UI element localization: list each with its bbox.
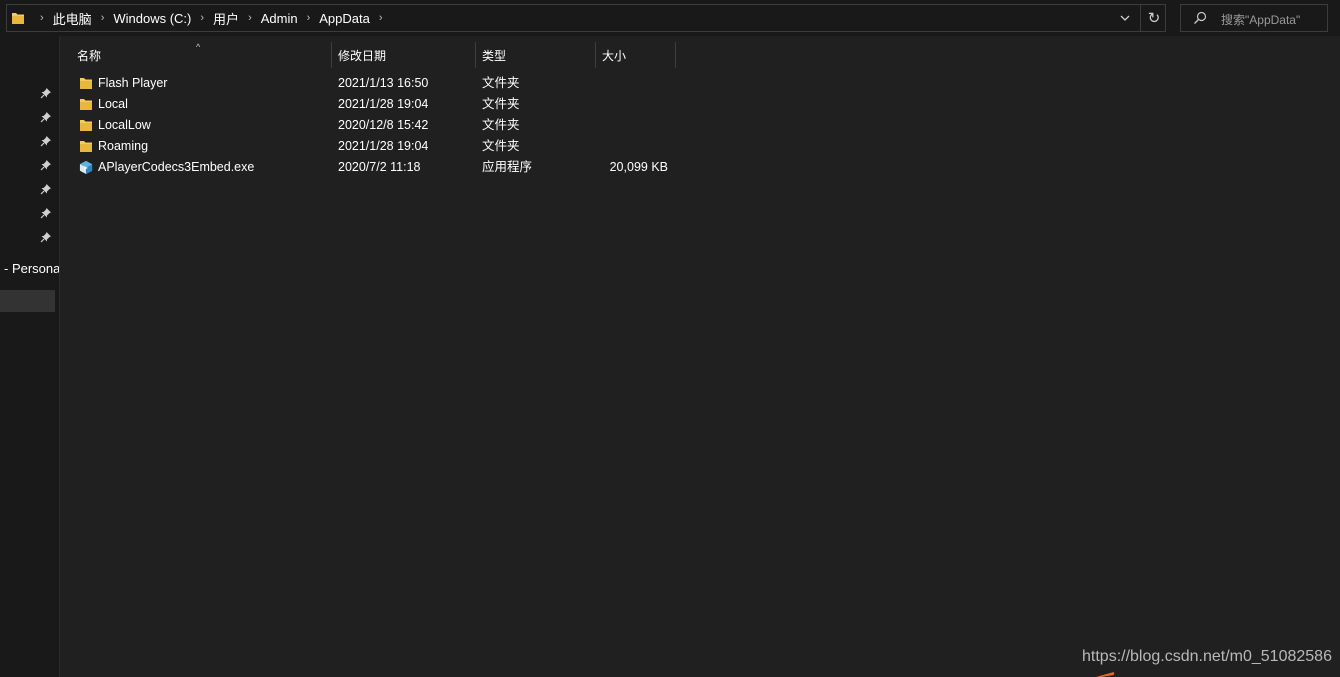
file-type: 应用程序 [482, 160, 533, 174]
column-header-label: 类型 [482, 48, 507, 63]
file-size [596, 94, 668, 115]
file-type: 文件夹 [482, 139, 520, 153]
application-icon [79, 160, 93, 175]
navigation-pane[interactable]: - Persona [0, 36, 60, 677]
chevron-down-icon [1120, 15, 1130, 21]
address-history-dropdown[interactable] [1115, 8, 1135, 28]
list-item-roaming[interactable]: Roaming 2021/1/28 19:04 文件夹 [60, 136, 680, 157]
search-placeholder: 搜索"AppData" [1221, 13, 1301, 27]
column-header-label: 大小 [602, 48, 627, 63]
navigation-bar: › 此电脑 › Windows (C:) › 用户 › Admin › AppD… [0, 0, 1340, 36]
breadcrumb-separator[interactable]: › [200, 12, 204, 24]
file-modified: 2020/7/2 11:18 [338, 160, 421, 174]
breadcrumb-admin[interactable]: Admin [261, 11, 298, 26]
breadcrumb-appdata[interactable]: AppData [319, 11, 370, 26]
breadcrumb-separator[interactable]: › [101, 12, 105, 24]
file-size [596, 73, 668, 94]
pin-icon[interactable] [40, 207, 52, 219]
file-name: Flash Player [98, 76, 168, 90]
sort-ascending-icon: ^ [196, 42, 201, 52]
search-input[interactable]: 搜索"AppData" [1180, 4, 1328, 32]
file-name: LocalLow [98, 118, 151, 132]
file-type: 文件夹 [482, 97, 520, 111]
list-item-flash-player[interactable]: Flash Player 2021/1/13 16:50 文件夹 [60, 73, 680, 94]
pin-icon[interactable] [40, 159, 52, 171]
folder-icon [80, 141, 92, 152]
file-name: APlayerCodecs3Embed.exe [98, 160, 255, 174]
column-header-modified[interactable]: 修改日期 [331, 42, 475, 68]
pin-icon[interactable] [40, 87, 52, 99]
refresh-icon: ↻ [1147, 10, 1161, 27]
breadcrumb-separator[interactable]: › [248, 12, 252, 24]
file-modified: 2021/1/13 16:50 [338, 76, 429, 90]
file-size [596, 115, 668, 136]
nav-item-selected[interactable] [0, 290, 55, 312]
file-explorer-window: › 此电脑 › Windows (C:) › 用户 › Admin › AppD… [0, 0, 1340, 677]
file-type: 文件夹 [482, 76, 520, 90]
breadcrumb-separator[interactable]: › [379, 12, 383, 24]
watermark-url: https://blog.csdn.net/m0_51082586 [1082, 648, 1332, 665]
column-header-type[interactable]: 类型 [475, 42, 595, 68]
breadcrumb-drive-c[interactable]: Windows (C:) [113, 11, 191, 26]
list-item-local[interactable]: Local 2021/1/28 19:04 文件夹 [60, 94, 680, 115]
file-name: Local [98, 97, 128, 111]
pin-icon[interactable] [40, 231, 52, 243]
file-name: Roaming [98, 139, 149, 153]
pin-icon[interactable] [40, 111, 52, 123]
file-size: 20,099 KB [609, 160, 668, 174]
refresh-button[interactable]: ↻ [1140, 5, 1167, 31]
file-modified: 2020/12/8 15:42 [338, 118, 429, 132]
address-bar[interactable]: › 此电脑 › Windows (C:) › 用户 › Admin › AppD… [6, 4, 1166, 32]
column-divider[interactable] [675, 42, 676, 68]
file-list-pane[interactable]: 名称 ^ 修改日期 类型 大小 Flash Player 2021/1/13 1… [60, 36, 1340, 677]
file-type: 文件夹 [482, 118, 520, 132]
breadcrumb-this-pc[interactable]: 此电脑 [53, 9, 92, 28]
breadcrumb-separator[interactable]: › [40, 12, 44, 24]
file-modified: 2021/1/28 19:04 [338, 139, 429, 153]
list-item-locallow[interactable]: LocalLow 2020/12/8 15:42 文件夹 [60, 115, 680, 136]
pin-icon[interactable] [40, 183, 52, 195]
orange-mark-icon [1096, 672, 1114, 677]
breadcrumb-users[interactable]: 用户 [213, 9, 239, 28]
column-header-size[interactable]: 大小 [595, 42, 675, 68]
folder-icon [80, 78, 92, 89]
list-item-aplayercodecs3embed[interactable]: APlayerCodecs3Embed.exe 2020/7/2 11:18 应… [60, 157, 680, 178]
search-icon [1194, 11, 1207, 24]
folder-icon [80, 99, 92, 110]
pin-icon[interactable] [40, 135, 52, 147]
breadcrumb: › 此电脑 › Windows (C:) › 用户 › Admin › AppD… [11, 5, 392, 31]
folder-icon [80, 120, 92, 131]
column-header-row: 名称 ^ 修改日期 类型 大小 [60, 42, 680, 68]
file-size [596, 136, 668, 157]
file-list: Flash Player 2021/1/13 16:50 文件夹 Local 2… [60, 73, 680, 178]
nav-item-personal[interactable]: - Persona [4, 261, 59, 276]
file-modified: 2021/1/28 19:04 [338, 97, 429, 111]
breadcrumb-separator[interactable]: › [307, 12, 311, 24]
column-header-label: 名称 [77, 48, 102, 63]
column-header-name[interactable]: 名称 [70, 42, 332, 68]
column-header-label: 修改日期 [338, 48, 387, 63]
folder-icon [12, 13, 24, 24]
